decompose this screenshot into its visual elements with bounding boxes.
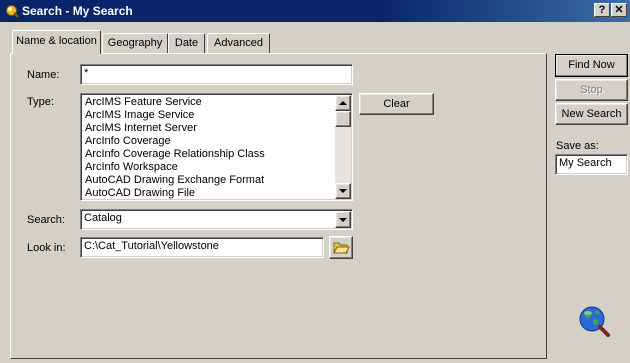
scroll-thumb[interactable]	[335, 111, 351, 127]
open-folder-icon	[333, 242, 350, 254]
lookin-input[interactable]: C:\Cat_Tutorial\Yellowstone	[80, 237, 324, 258]
list-item[interactable]: ArcInfo Workspace	[85, 161, 334, 174]
type-listbox[interactable]: ArcIMS Feature Service ArcIMS Image Serv…	[80, 93, 353, 201]
tab-advanced[interactable]: Advanced	[207, 33, 270, 53]
clear-button[interactable]: Clear	[359, 93, 434, 115]
new-search-button[interactable]: New Search	[555, 103, 628, 125]
globe-magnifier-icon	[579, 306, 610, 337]
tab-date[interactable]: Date	[168, 33, 205, 53]
save-as-label: Save as:	[556, 140, 599, 152]
search-dropdown-button[interactable]	[335, 211, 351, 228]
close-button[interactable]: ✕	[611, 3, 627, 17]
list-item[interactable]: ArcIMS Internet Server	[85, 122, 334, 135]
list-item[interactable]: ArcIMS Image Service	[85, 109, 334, 122]
save-as-input[interactable]: My Search	[555, 154, 628, 175]
type-scrollbar[interactable]	[335, 95, 351, 199]
search-label: Search:	[27, 214, 65, 226]
type-label: Type:	[27, 96, 54, 108]
list-item[interactable]: ArcInfo Coverage	[85, 135, 334, 148]
window-title: Search - My Search	[22, 4, 133, 18]
help-button[interactable]: ?	[594, 3, 610, 17]
arrow-down-icon	[339, 189, 347, 193]
search-icon	[6, 5, 19, 18]
tab-geography[interactable]: Geography	[102, 33, 168, 53]
search-select[interactable]: Catalog	[80, 209, 353, 230]
name-label: Name:	[27, 69, 60, 81]
list-item[interactable]: ArcInfo Coverage Relationship Class	[85, 148, 334, 161]
tab-name-location[interactable]: Name & location	[12, 30, 101, 54]
title-bar[interactable]: Search - My Search ? ✕	[0, 0, 630, 22]
lookin-label: Look in:	[27, 242, 66, 254]
arrow-up-icon	[339, 101, 347, 105]
list-item[interactable]: AutoCAD Drawing Exchange Format	[85, 174, 334, 187]
name-input[interactable]: *	[80, 64, 353, 85]
stop-button[interactable]: Stop	[555, 79, 628, 101]
scroll-down-button[interactable]	[335, 183, 351, 199]
list-item[interactable]: AutoCAD Drawing File	[85, 187, 334, 200]
browse-button[interactable]	[329, 236, 353, 259]
find-now-button[interactable]: Find Now	[555, 54, 628, 77]
list-item[interactable]: ArcIMS Feature Service	[85, 96, 334, 109]
scroll-up-button[interactable]	[335, 95, 351, 111]
chevron-down-icon	[339, 218, 347, 222]
